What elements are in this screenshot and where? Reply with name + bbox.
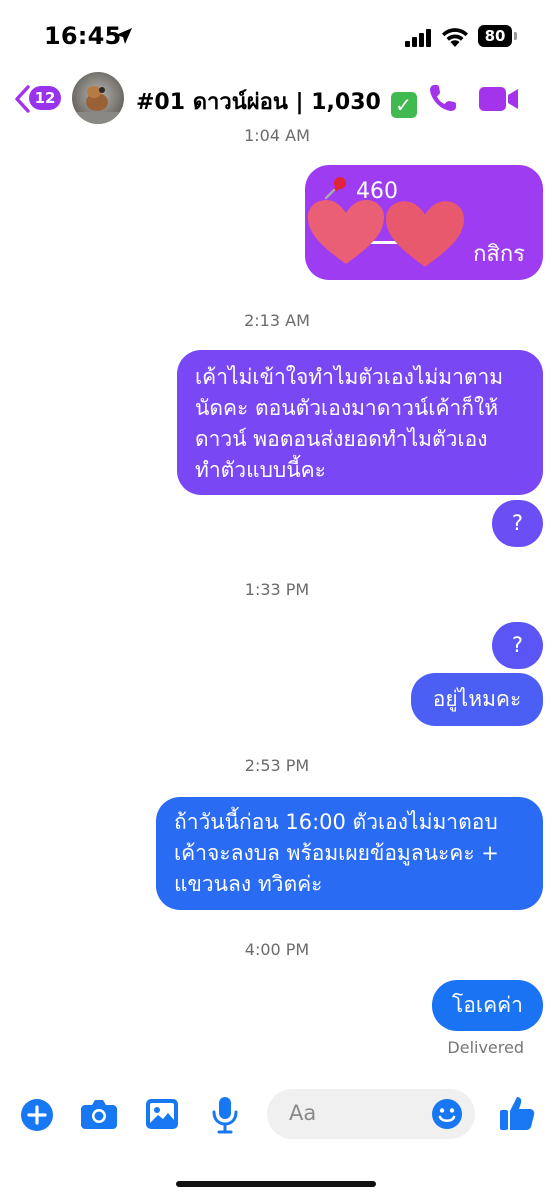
timestamp: 4:00 PM (244, 940, 310, 959)
message-text: ถ้าวันนี้ก่อน 16:00 ตัวเองไม่มาตอบ (174, 810, 498, 834)
message-bubble[interactable]: อยู่ไหมคะ (411, 673, 543, 726)
home-indicator[interactable] (176, 1181, 376, 1187)
signal-icon (405, 29, 433, 51)
emoji-icon[interactable] (431, 1098, 463, 1134)
message-input-placeholder: Aa (289, 1101, 317, 1125)
plus-icon[interactable] (20, 1098, 54, 1136)
thumbs-up-icon[interactable] (498, 1094, 536, 1136)
location-arrow-icon (114, 26, 134, 50)
status-bar: 16:45 80 (0, 0, 554, 70)
message-text: ? (511, 511, 524, 535)
message-text: อยู่ไหมคะ (432, 687, 522, 711)
image-icon[interactable] (145, 1098, 179, 1134)
timestamp: 2:53 PM (244, 756, 310, 775)
chat-header: 12 #01 ดาวน์ผ่อน | 1,030 ✓ (0, 70, 554, 130)
message-text: ? (511, 633, 524, 657)
pinned-bank: กสิกร (473, 242, 525, 267)
message-bubble[interactable]: ? (492, 500, 543, 547)
timestamp: 2:13 AM (244, 311, 310, 330)
microphone-icon[interactable] (212, 1096, 238, 1138)
message-composer: Aa (0, 1080, 554, 1160)
status-time: 16:45 (44, 22, 122, 50)
phone-icon[interactable] (427, 82, 459, 118)
message-input[interactable]: Aa (267, 1089, 475, 1139)
message-text: ดาวน์ พอตอนส่งยอดทำไมตัวเอง (195, 427, 488, 451)
message-text: นัดคะ ตอนตัวเองมาดาวน์เค้าก็ให้ (195, 396, 499, 420)
chat-title-text: #01 ดาวน์ผ่อน | 1,030 (136, 90, 381, 115)
chat-title[interactable]: #01 ดาวน์ผ่อน | 1,030 ✓ (136, 84, 417, 119)
video-icon[interactable] (478, 85, 520, 117)
message-bubble[interactable]: โอเคค่า (432, 980, 543, 1031)
battery-tip (514, 32, 517, 40)
message-text: เค้าจะลงบล พร้อมเผยข้อมูลนะคะ + (174, 841, 499, 865)
message-text: ทำตัวแบบนี้คะ (195, 458, 326, 482)
message-text: แขวนลง ทวิตค่ะ (174, 872, 323, 896)
camera-icon[interactable] (80, 1098, 118, 1134)
message-bubble[interactable]: ? (492, 622, 543, 669)
check-icon: ✓ (390, 92, 417, 118)
unread-count-badge[interactable]: 12 (29, 86, 61, 110)
timestamp: 1:04 AM (244, 126, 310, 145)
heart-sticker-icon (306, 198, 386, 270)
message-bubble[interactable]: เค้าไม่เข้าใจทำไมตัวเองไม่มาตาม นัดคะ ตอ… (177, 350, 543, 495)
wifi-icon (441, 26, 469, 52)
message-text: โอเคค่า (452, 993, 523, 1017)
timestamp: 1:33 PM (244, 580, 310, 599)
delivery-status: Delivered (447, 1038, 524, 1057)
message-bubble[interactable]: ถ้าวันนี้ก่อน 16:00 ตัวเองไม่มาตอบ เค้าจ… (156, 797, 543, 910)
message-text: เค้าไม่เข้าใจทำไมตัวเองไม่มาตาม (195, 365, 504, 389)
avatar[interactable] (72, 72, 124, 124)
heart-sticker-icon (384, 198, 466, 274)
battery-indicator: 80 (478, 25, 512, 47)
